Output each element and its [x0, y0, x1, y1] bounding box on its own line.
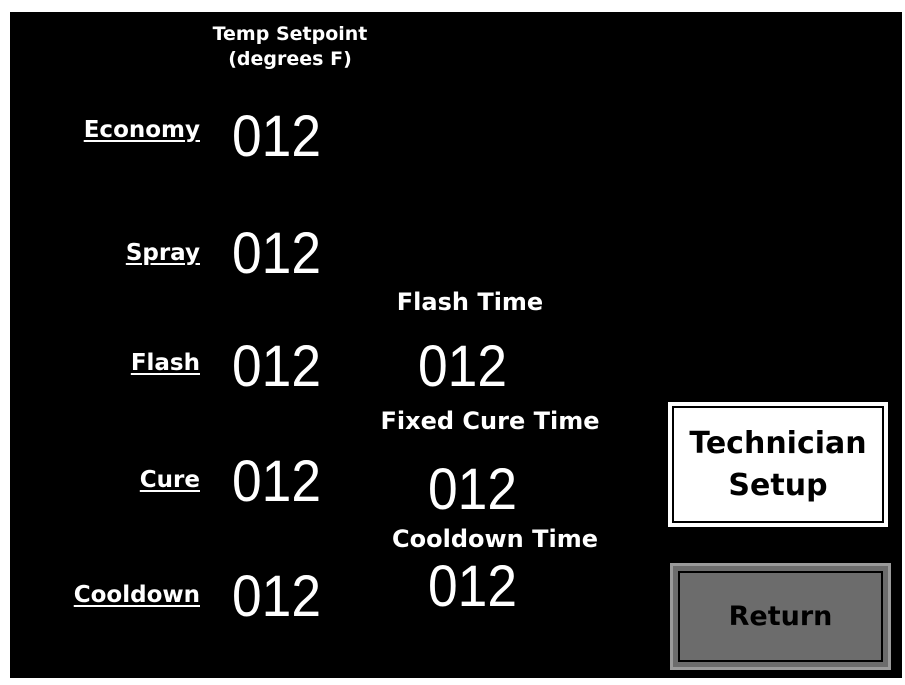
cure-label[interactable]: Cure: [10, 467, 200, 493]
flash-label[interactable]: Flash: [10, 350, 200, 376]
technician-setup-button[interactable]: Technician Setup: [665, 399, 891, 530]
cooldown-time-header: Cooldown Time: [392, 525, 598, 553]
cure-time-value[interactable]: 012: [428, 460, 517, 520]
temp-setpoint-header-line2: (degrees F): [228, 48, 352, 70]
cooldown-label[interactable]: Cooldown: [10, 582, 200, 608]
flash-time-header: Flash Time: [396, 288, 544, 316]
cooldown-temp-value[interactable]: 012: [232, 567, 321, 627]
return-button-label: Return: [728, 601, 833, 632]
economy-label[interactable]: Economy: [10, 117, 200, 143]
cure-temp-value[interactable]: 012: [232, 452, 321, 512]
technician-setup-label-line2: Setup: [728, 467, 828, 503]
temp-setpoint-header: Temp Setpoint (degrees F): [170, 22, 410, 72]
spray-temp-value[interactable]: 012: [232, 224, 321, 284]
spray-label[interactable]: Spray: [10, 240, 200, 266]
hmi-screen: Temp Setpoint (degrees F) Economy 012 Sp…: [10, 12, 902, 678]
fixed-cure-time-header: Fixed Cure Time: [380, 407, 600, 435]
flash-time-value[interactable]: 012: [418, 337, 507, 397]
economy-temp-value[interactable]: 012: [232, 107, 321, 167]
temp-setpoint-header-line1: Temp Setpoint: [212, 23, 368, 45]
flash-temp-value[interactable]: 012: [232, 337, 321, 397]
technician-setup-label-line1: Technician: [689, 425, 867, 461]
return-button[interactable]: Return: [670, 563, 891, 670]
cooldown-time-value[interactable]: 012: [428, 557, 517, 617]
